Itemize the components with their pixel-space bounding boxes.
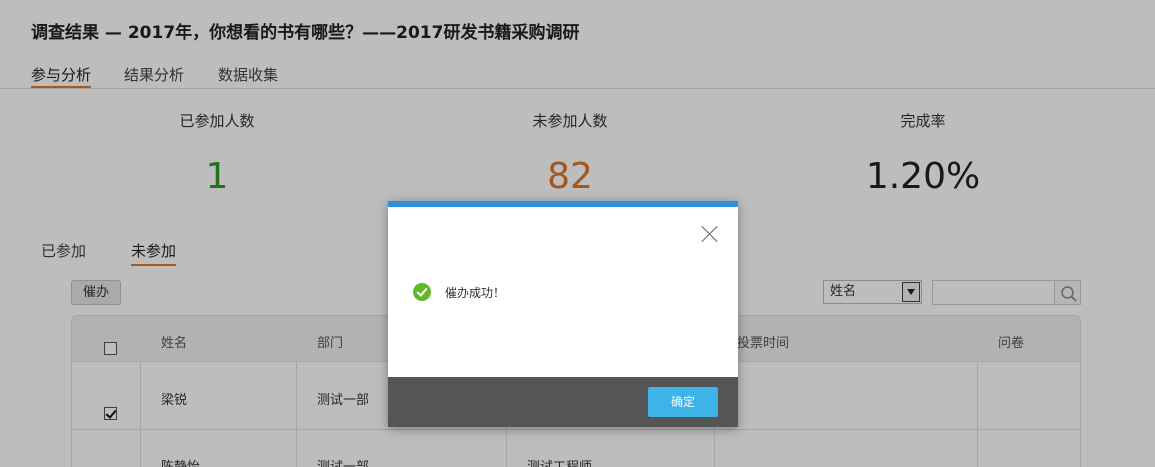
success-dialog: 催办成功！ 确定 [388, 201, 738, 427]
close-icon[interactable] [701, 225, 719, 243]
dialog-footer: 确定 [388, 377, 738, 427]
dialog-accent-bar [388, 201, 738, 207]
survey-results-page: 调查结果 — 2017年，你想看的书有哪些？——2017研发书籍采购调研 参与分… [0, 0, 1155, 467]
confirm-button[interactable]: 确定 [648, 387, 718, 417]
check-circle-icon [413, 283, 431, 301]
dialog-message: 催办成功！ [445, 286, 506, 300]
